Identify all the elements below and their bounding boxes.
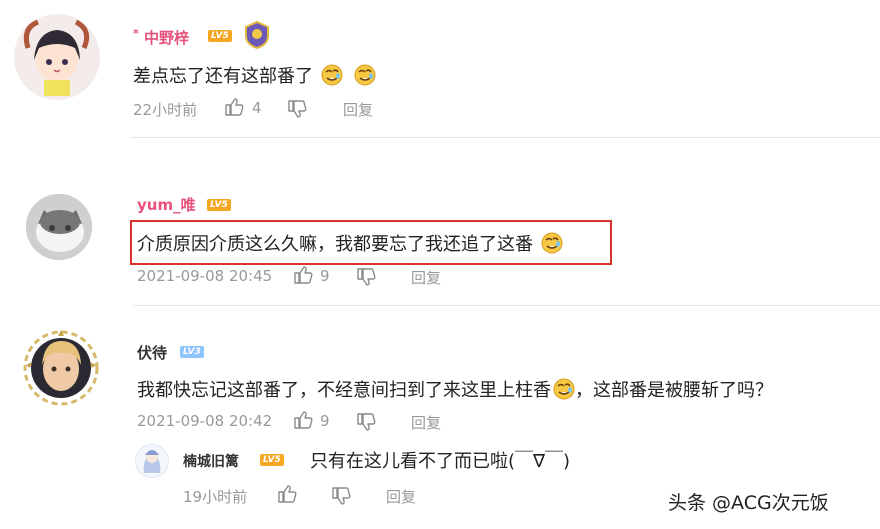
avatar[interactable] xyxy=(14,14,100,100)
like-icon[interactable] xyxy=(277,484,299,506)
reply-content: 只有在这儿看不了而已啦(￣∇￣) xyxy=(310,451,571,472)
level-badge: LV5 xyxy=(208,30,232,42)
dislike-icon[interactable] xyxy=(331,484,353,506)
emoji-icon xyxy=(354,64,377,86)
username-prefix: * xyxy=(133,27,139,40)
avatar[interactable] xyxy=(26,194,92,260)
level-badge: LV5 xyxy=(260,454,284,466)
dislike-icon[interactable] xyxy=(287,97,309,119)
comment-content: 我都快忘记这部番了，不经意间扫到了来这里上柱香 ，这部番是被腰斩了吗？ xyxy=(137,376,773,402)
like-icon[interactable] xyxy=(224,97,246,119)
watermark: 头条 @ACG次元饭 xyxy=(668,492,829,514)
avatar[interactable] xyxy=(135,444,169,478)
like-count: 9 xyxy=(320,267,330,285)
dislike-icon[interactable] xyxy=(356,265,378,287)
username-text: 中野梓 xyxy=(144,29,190,47)
reply-button[interactable]: 回复 xyxy=(411,412,441,433)
divider xyxy=(130,137,880,138)
comment-content: 介质原因介质这么久嘛，我都要忘了我还追了这番 xyxy=(137,230,563,256)
comment-text: 我都快忘记这部番了，不经意间扫到了来这里上柱香 xyxy=(137,380,551,401)
comment-time: 22小时前 xyxy=(133,101,198,119)
username[interactable]: yum_唯 xyxy=(137,194,196,215)
comment-time: 19小时前 xyxy=(183,488,248,506)
reply-button[interactable]: 回复 xyxy=(386,486,416,507)
comment-text: 介质原因介质这么久嘛，我都要忘了我还追了这番 xyxy=(137,234,533,255)
username[interactable]: 伏待 xyxy=(137,342,167,363)
divider xyxy=(134,305,880,306)
avatar[interactable] xyxy=(18,325,104,411)
comment-time: 2021-09-08 20:45 xyxy=(137,267,273,285)
comment-content: 差点忘了还有这部番了 xyxy=(133,62,377,88)
username[interactable]: 楠城旧篱 xyxy=(183,451,239,471)
username[interactable]: * 中野梓 xyxy=(133,27,189,48)
like-count: 4 xyxy=(252,99,262,117)
reply-button[interactable]: 回复 xyxy=(411,267,441,288)
reply-button[interactable]: 回复 xyxy=(343,99,373,120)
dislike-icon[interactable] xyxy=(356,410,378,432)
comment-text: ，这部番是被腰斩了吗？ xyxy=(575,380,773,401)
emoji-icon xyxy=(320,64,343,86)
like-icon[interactable] xyxy=(293,265,315,287)
medal-icon xyxy=(244,20,270,50)
comment-text: 差点忘了还有这部番了 xyxy=(133,66,313,87)
emoji-icon xyxy=(540,232,563,254)
level-badge: LV3 xyxy=(180,346,204,358)
like-icon[interactable] xyxy=(293,410,315,432)
level-badge: LV5 xyxy=(207,199,231,211)
emoji-icon xyxy=(553,378,575,400)
like-count: 9 xyxy=(320,412,330,430)
comment-time: 2021-09-08 20:42 xyxy=(137,412,273,430)
